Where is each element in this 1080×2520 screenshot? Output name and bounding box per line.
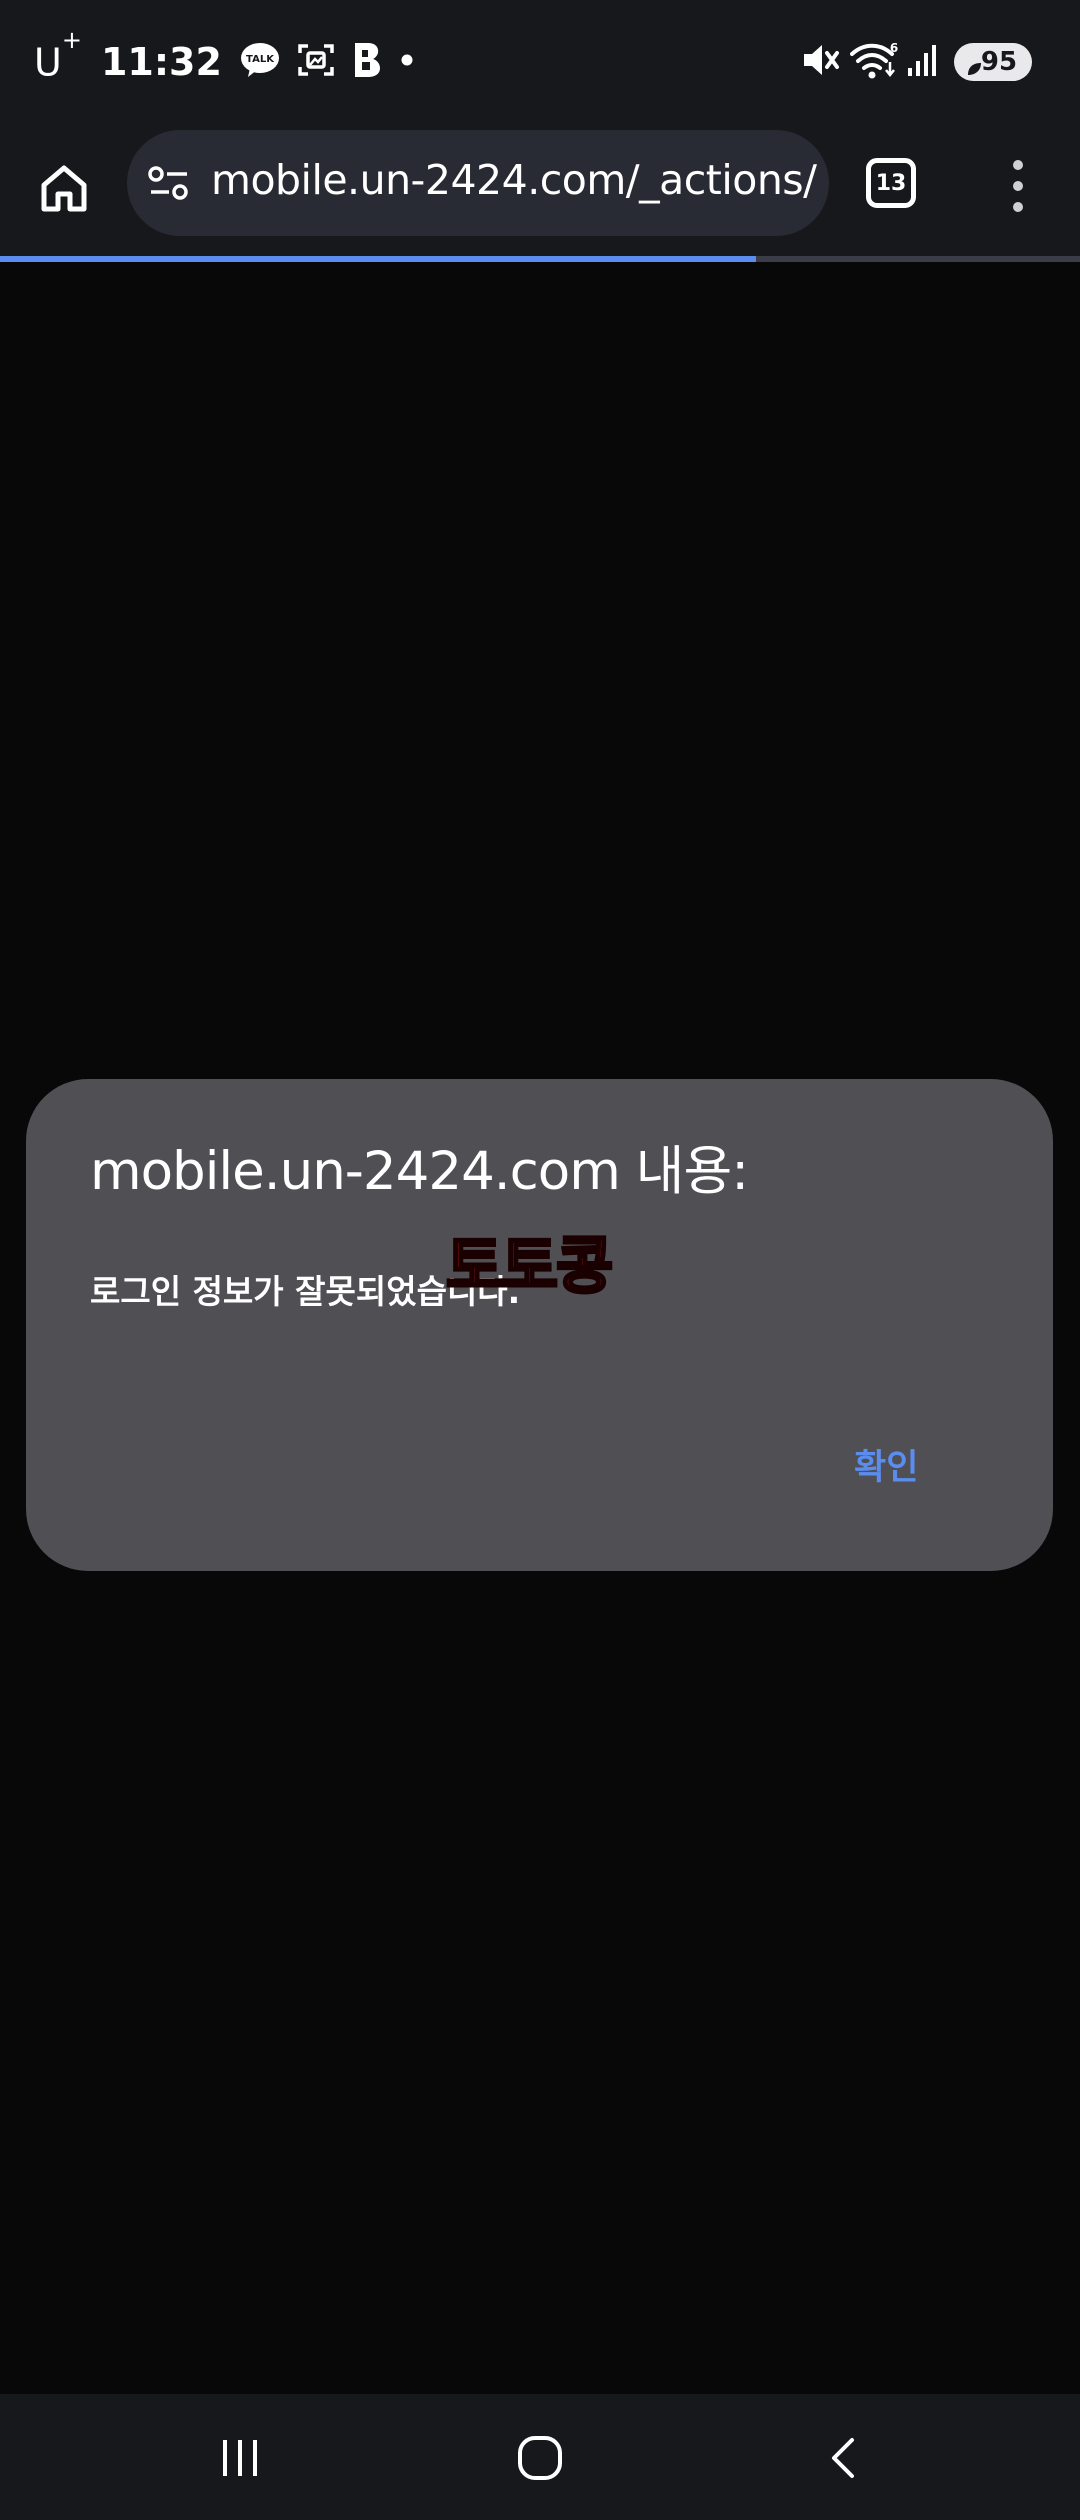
page-load-progress-fill [0, 256, 756, 262]
status-time: 11:32 [100, 40, 222, 84]
carrier-label: U+ [34, 26, 82, 85]
screenshot-icon [298, 42, 334, 83]
address-bar[interactable]: mobile.un-2424.com/_actions/a [127, 130, 829, 236]
browser-toolbar: mobile.un-2424.com/_actions/a 13 [0, 120, 1080, 258]
url-text[interactable]: mobile.un-2424.com/_actions/a [211, 156, 817, 204]
status-left: U+ 11:32 TALK [34, 26, 414, 90]
system-navigation-bar [0, 2394, 1080, 2520]
site-settings-icon[interactable] [147, 163, 191, 208]
b-app-icon [352, 41, 382, 84]
battery-indicator: 95 [954, 43, 1032, 81]
home-button[interactable] [26, 150, 102, 226]
power-saving-leaf-icon [966, 54, 982, 84]
carrier-plus: + [61, 25, 82, 54]
carrier-name: U [34, 40, 62, 85]
svg-text:6: 6 [890, 41, 898, 55]
menu-button[interactable] [994, 156, 1042, 216]
more-dot-icon [400, 53, 414, 72]
mute-icon [800, 40, 840, 85]
recent-apps-icon [223, 2440, 257, 2476]
status-bar: U+ 11:32 TALK 6 95 [0, 0, 1080, 120]
dialog-title: mobile.un-2424.com 내용: [90, 1141, 749, 1202]
back-button[interactable] [804, 2426, 884, 2490]
alert-dialog: mobile.un-2424.com 내용: 로그인 정보가 잘못되었습니다. … [26, 1079, 1053, 1571]
back-chevron-icon [832, 2438, 854, 2478]
wifi-6-icon: 6 [850, 40, 898, 85]
home-icon [41, 165, 87, 212]
kakaotalk-icon: TALK [240, 42, 280, 83]
page-load-progress [0, 256, 1080, 262]
menu-dot-icon [1013, 181, 1023, 191]
home-nav-button[interactable] [500, 2426, 580, 2490]
menu-dot-icon [1013, 160, 1023, 170]
svg-text:TALK: TALK [246, 54, 275, 65]
tab-count: 13 [875, 170, 907, 196]
menu-dot-icon [1013, 202, 1023, 212]
home-circle-icon [518, 2436, 562, 2480]
watermark-overlay: 토토콩 [444, 1228, 614, 1304]
confirm-button[interactable]: 확인 [844, 1429, 928, 1499]
signal-icon [906, 42, 940, 83]
recent-apps-button[interactable] [200, 2426, 280, 2490]
status-right: 6 95 [800, 34, 1032, 90]
battery-level: 95 [980, 47, 1018, 77]
tab-switcher-button[interactable]: 13 [866, 158, 916, 208]
